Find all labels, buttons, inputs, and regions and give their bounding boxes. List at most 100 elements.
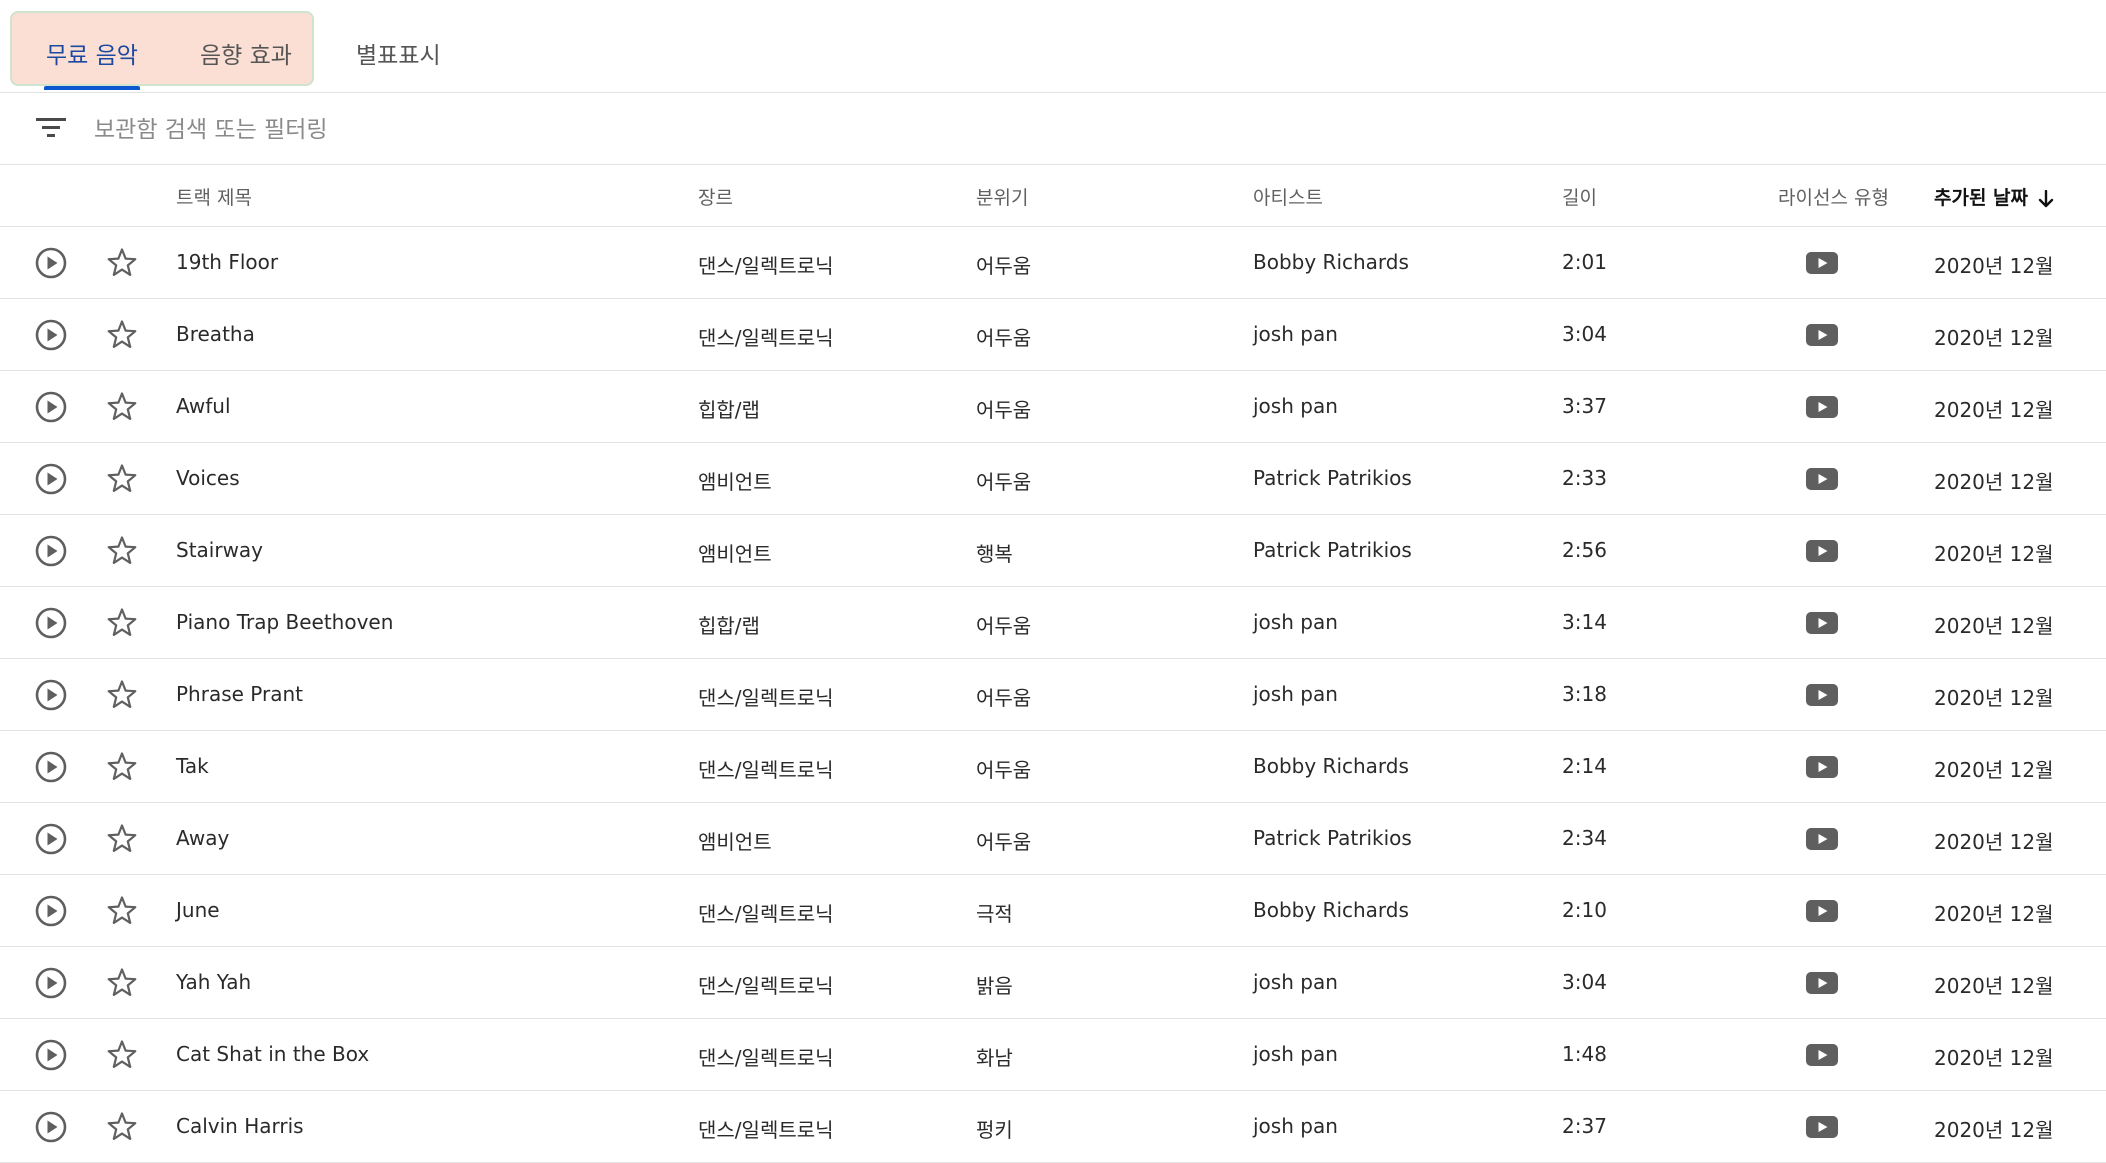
filter-bar: [0, 93, 2106, 165]
star-icon[interactable]: [105, 966, 139, 1000]
play-icon[interactable]: [34, 462, 68, 496]
track-added-date: 2020년 12월: [1934, 254, 2054, 278]
star-icon[interactable]: [105, 246, 139, 280]
track-artist: josh pan: [1253, 610, 1338, 634]
youtube-icon: [1806, 1044, 1838, 1066]
track-added-date: 2020년 12월: [1934, 758, 2054, 782]
track-mood: 밝음: [976, 974, 1013, 998]
track-title: Cat Shat in the Box: [176, 1042, 370, 1066]
star-icon[interactable]: [105, 606, 139, 640]
track-title: Stairway: [176, 538, 264, 562]
star-icon[interactable]: [105, 318, 139, 352]
track-title: Awful: [176, 394, 231, 418]
table-row[interactable]: Yah Yah 댄스/일렉트로닉 밝음 josh pan 3:04 2020년 12월: [0, 947, 2106, 1019]
track-mood: 화남: [976, 1046, 1013, 1070]
track-length: 2:10: [1562, 898, 1607, 922]
tab-starred[interactable]: 별표표시: [356, 36, 441, 70]
table-row[interactable]: 19th Floor 댄스/일렉트로닉 어두움 Bobby Richards 2:01 2…: [0, 227, 2106, 299]
filter-icon[interactable]: [36, 116, 66, 140]
track-added-date: 2020년 12월: [1934, 974, 2054, 998]
play-icon[interactable]: [34, 966, 68, 1000]
track-added-date: 2020년 12월: [1934, 1118, 2054, 1142]
track-length: 3:04: [1562, 322, 1607, 346]
track-title: Yah Yah: [176, 970, 252, 994]
track-mood: 어두움: [976, 398, 1032, 422]
track-artist: Bobby Richards: [1253, 754, 1409, 778]
track-added-date: 2020년 12월: [1934, 542, 2054, 566]
play-icon[interactable]: [34, 246, 68, 280]
track-mood: 어두움: [976, 830, 1032, 854]
active-tab-indicator: [44, 86, 140, 90]
table-row[interactable]: Tak 댄스/일렉트로닉 어두움 Bobby Richards 2:14 2020년 12…: [0, 731, 2106, 803]
play-icon[interactable]: [34, 750, 68, 784]
table-row[interactable]: June 댄스/일렉트로닉 극적 Bobby Richards 2:10 2020년 12…: [0, 875, 2106, 947]
table-row[interactable]: Cat Shat in the Box 댄스/일렉트로닉 화남 josh pan 1:4…: [0, 1019, 2106, 1091]
track-artist: josh pan: [1253, 1114, 1338, 1138]
star-icon[interactable]: [105, 390, 139, 424]
track-artist: Bobby Richards: [1253, 250, 1409, 274]
column-header-genre: 장르: [698, 187, 733, 209]
track-added-date: 2020년 12월: [1934, 1046, 2054, 1070]
track-mood: 극적: [976, 902, 1013, 926]
play-icon[interactable]: [34, 606, 68, 640]
table-row[interactable]: Piano Trap Beethoven 힙합/랩 어두움 josh pan 3:14 2…: [0, 587, 2106, 659]
track-genre: 앰비언트: [698, 830, 772, 854]
play-icon[interactable]: [34, 318, 68, 352]
search-input[interactable]: [92, 109, 796, 151]
table-row[interactable]: Breatha 댄스/일렉트로닉 어두움 josh pan 3:04 2020년 12월: [0, 299, 2106, 371]
youtube-icon: [1806, 1116, 1838, 1138]
track-genre: 힙합/랩: [698, 398, 760, 422]
youtube-icon: [1806, 972, 1838, 994]
column-header-length: 길이: [1562, 187, 1597, 209]
table-row[interactable]: Away 앰비언트 어두움 Patrick Patrikios 2:34 2020년 12…: [0, 803, 2106, 875]
youtube-icon: [1806, 828, 1838, 850]
track-length: 3:14: [1562, 610, 1607, 634]
track-mood: 어두움: [976, 614, 1032, 638]
track-artist: Bobby Richards: [1253, 898, 1409, 922]
star-icon[interactable]: [105, 1038, 139, 1072]
table-row[interactable]: Voices 앰비언트 어두움 Patrick Patrikios 2:33 2020년 …: [0, 443, 2106, 515]
track-artist: Patrick Patrikios: [1253, 826, 1412, 850]
play-icon[interactable]: [34, 1110, 68, 1144]
track-length: 3:04: [1562, 970, 1607, 994]
tab-sound-effects[interactable]: 음향 효과: [200, 36, 292, 70]
track-genre: 댄스/일렉트로닉: [698, 254, 834, 278]
play-icon[interactable]: [34, 894, 68, 928]
youtube-icon: [1806, 756, 1838, 778]
star-icon[interactable]: [105, 1110, 139, 1144]
track-length: 2:01: [1562, 250, 1607, 274]
star-icon[interactable]: [105, 822, 139, 856]
star-icon[interactable]: [105, 534, 139, 568]
track-added-date: 2020년 12월: [1934, 614, 2054, 638]
track-added-date: 2020년 12월: [1934, 686, 2054, 710]
play-icon[interactable]: [34, 822, 68, 856]
track-added-date: 2020년 12월: [1934, 902, 2054, 926]
track-artist: Patrick Patrikios: [1253, 466, 1412, 490]
youtube-icon: [1806, 396, 1838, 418]
track-artist: Patrick Patrikios: [1253, 538, 1412, 562]
column-header-mood: 분위기: [976, 187, 1029, 209]
table-row[interactable]: Stairway 앰비언트 행복 Patrick Patrikios 2:56 2020년…: [0, 515, 2106, 587]
play-icon[interactable]: [34, 678, 68, 712]
play-icon[interactable]: [34, 1038, 68, 1072]
track-mood: 어두움: [976, 470, 1032, 494]
tab-free-music[interactable]: 무료 음악: [46, 36, 138, 70]
table-row[interactable]: Calvin Harris 댄스/일렉트로닉 펑키 josh pan 2:37 2020년…: [0, 1091, 2106, 1163]
track-artist: josh pan: [1253, 322, 1338, 346]
star-icon[interactable]: [105, 462, 139, 496]
track-mood: 어두움: [976, 326, 1032, 350]
play-icon[interactable]: [34, 534, 68, 568]
star-icon[interactable]: [105, 678, 139, 712]
track-artist: josh pan: [1253, 1042, 1338, 1066]
star-icon[interactable]: [105, 894, 139, 928]
table-row[interactable]: Awful 힙합/랩 어두움 josh pan 3:37 2020년 12월: [0, 371, 2106, 443]
play-icon[interactable]: [34, 390, 68, 424]
track-length: 1:48: [1562, 1042, 1607, 1066]
track-genre: 댄스/일렉트로닉: [698, 974, 834, 998]
column-header-added[interactable]: 추가된 날짜: [1934, 183, 2054, 210]
table-row[interactable]: Phrase Prant 댄스/일렉트로닉 어두움 josh pan 3:18 2020년…: [0, 659, 2106, 731]
star-icon[interactable]: [105, 750, 139, 784]
column-header-artist: 아티스트: [1253, 187, 1323, 209]
track-added-date: 2020년 12월: [1934, 830, 2054, 854]
youtube-icon: [1806, 324, 1838, 346]
